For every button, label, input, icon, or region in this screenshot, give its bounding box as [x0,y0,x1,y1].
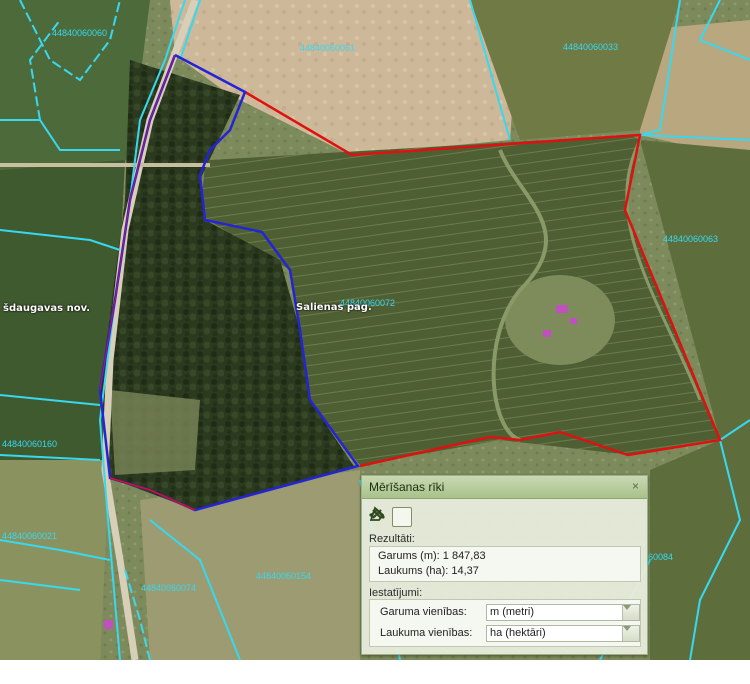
forest-clearing [110,390,200,475]
chevron-down-icon[interactable] [622,605,639,620]
area-units-value: ha (hektāri) [490,627,546,639]
measurement-tools-panel: Mērīšanas rīki × Rezultāti: Garums (m): … [361,475,648,655]
map-view[interactable]: 44840060060 44840060061 44840060033 4484… [0,0,750,660]
parish-label: Salienas pag. [296,302,372,313]
length-units-value: m (metri) [490,606,534,618]
panel-title-bar[interactable]: Mērīšanas rīki × [362,476,647,499]
results-label: Rezultāti: [369,533,415,545]
parcel-label: 44840060160 [2,439,58,449]
parcel-label: 44840060061 [300,43,356,53]
length-result: Garums (m): 1 847,83 [378,550,486,562]
area-units-label: Laukuma vienības: [380,627,473,639]
parcel-label: 44840060060 [52,28,108,38]
results-box: Garums (m): 1 847,83 Laukums (ha): 14,37 [369,546,641,582]
area-result: Laukums (ha): 14,37 [378,565,479,577]
area-measure-button[interactable] [369,506,412,527]
length-units-select[interactable]: m (metri) [486,604,640,621]
clear-measure-button[interactable] [372,507,435,527]
building [570,318,577,324]
area-units-select[interactable]: ha (hektāri) [486,625,640,642]
length-units-label: Garuma vienības: [380,606,467,618]
parcel-label: 44840060021 [2,531,58,541]
parcel-label: 44840060154 [256,571,312,581]
parcel-label: 44840060063 [663,234,719,244]
building [556,305,568,313]
clear-icon [372,509,382,519]
meadow-southwest [0,460,110,660]
municipality-label: šdaugavas nov. [3,303,91,314]
parcel-label: 44840060033 [563,42,619,52]
building [104,620,113,629]
parcel-label: 44840060074 [141,583,197,593]
chevron-down-icon[interactable] [622,626,639,641]
tool-bar [369,506,435,528]
settings-label: Iestatījumi: [369,587,423,599]
close-icon[interactable]: × [632,479,639,493]
building [543,330,551,337]
settings-box: Garuma vienības: m (metri) Laukuma vienī… [369,599,641,647]
panel-title: Mērīšanas rīki [369,480,445,494]
